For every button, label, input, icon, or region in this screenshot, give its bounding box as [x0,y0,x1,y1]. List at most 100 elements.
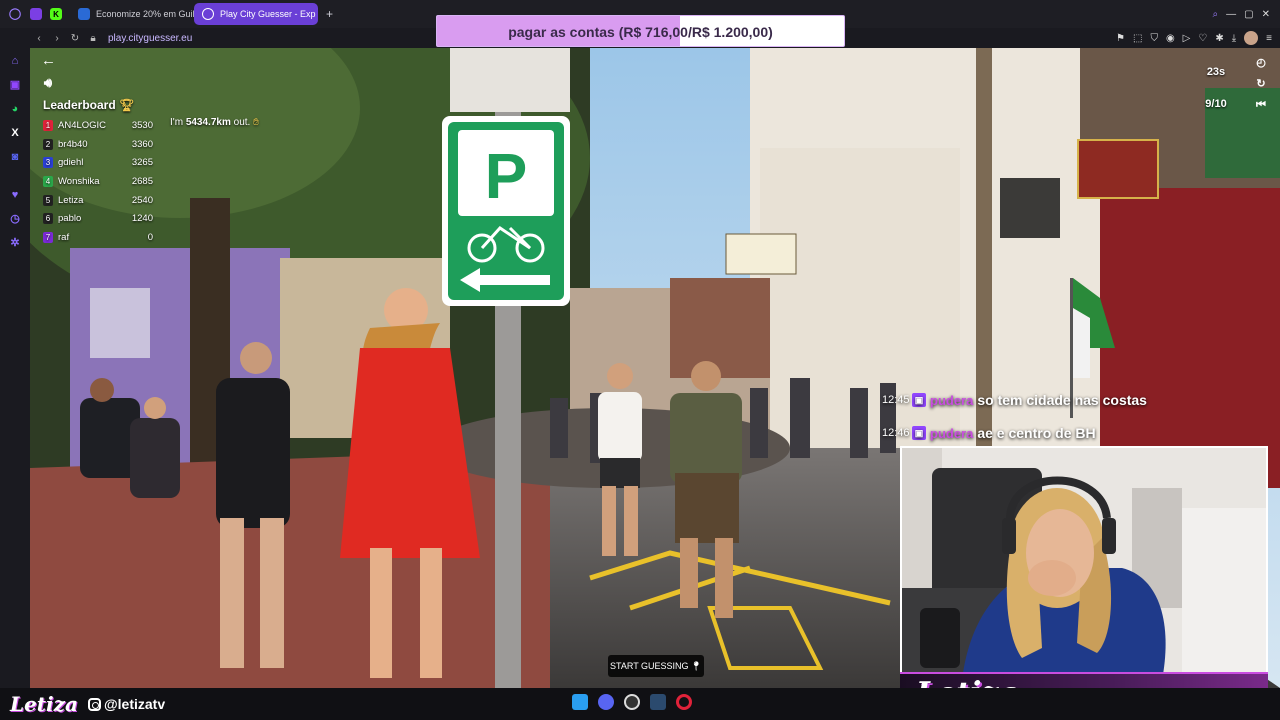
globe-icon [202,8,214,20]
settings-icon[interactable]: ✲ [8,236,22,250]
leaderboard-row: 5 Letiza 2540 [43,191,153,210]
browser-sidebar: ⌂ ▣ ◕ X ◙ ♥ ◷ ✲ [0,48,30,688]
webcam-feed [902,448,1266,680]
new-tab-button[interactable]: + [318,3,341,25]
rank-badge: 1 [43,119,53,131]
maximize-icon[interactable]: ▢ [1244,9,1253,20]
heart-icon[interactable]: ♡ [1198,33,1207,44]
reset-icon[interactable]: ↻ [1254,77,1268,91]
wave-hand-icon: ✋︎ [253,117,259,128]
chat-time: 12:45 [882,394,910,406]
discord-icon[interactable]: ◙ [8,150,22,164]
leaderboard-row: 1 AN4LOGIC 3530 [43,116,153,135]
taskbar [572,694,692,710]
social-handle: @letizatv [88,696,165,712]
stream-bottom-bar: Letiza @letizatv [0,688,1280,720]
goal-text: pagar as contas (R$ 716,00/R$ 1.200,00) [508,24,773,40]
windows-start-icon[interactable] [572,694,588,710]
discord-icon[interactable] [598,694,614,710]
minimize-icon[interactable]: — [1226,9,1236,20]
compass-icon[interactable]: ◴ [1254,56,1268,70]
parking-sign: P [442,116,570,306]
shield-icon[interactable]: ⛉ [1150,33,1158,44]
heart-icon[interactable]: ♥ [8,188,22,202]
distance-prefix: I'm [170,117,184,128]
leaderboard-row: 2 br4b40 3360 [43,135,153,154]
extension-toolbar: ⚑ ⬚ ⛉ ◉ ▷ ♡ ✱ ⤓ ≡ [1116,28,1272,48]
return-to-start-icon[interactable]: ⏮ [1254,98,1268,112]
speaker-icon[interactable]: 🔊︎ [41,76,55,90]
wallet-icon[interactable]: ◉ [1166,33,1175,44]
window-controls: ⌕ — ▢ ✕ [1213,0,1270,28]
player-name: pablo [58,213,82,225]
twitch-badge-icon: ▣ [912,426,926,440]
player-name: raf [58,231,70,243]
rank-badge: 5 [43,194,53,206]
svg-text:P: P [485,140,528,212]
player-score: 1240 [131,213,153,225]
player-name: AN4LOGIC [58,119,107,131]
donation-goal-bar: pagar as contas (R$ 716,00/R$ 1.200,00) [436,15,845,47]
screenshot-icon[interactable]: ⬚ [1133,33,1142,44]
map-pin-icon: 📍︎ [690,660,702,671]
twitch-badge-icon: ▣ [912,393,926,407]
tab-label: Economize 20% em Guilty [96,9,194,19]
steam-icon[interactable] [650,694,666,710]
reload-icon[interactable]: ↻ [66,33,84,44]
player-score: 3265 [131,157,153,169]
start-guessing-label: START GUESSING [610,661,689,671]
obs-icon[interactable] [624,694,640,710]
trophy-icon: 🏆︎ [119,98,135,112]
leaderboard-row: 6 pablo 1240 [43,209,153,228]
whatsapp-icon[interactable]: ◕ [8,102,22,116]
menu-icon[interactable]: ≡ [1266,33,1272,44]
bookmark-icon[interactable]: ⚑ [1116,33,1125,44]
round-counter: 9/10 [1205,98,1227,110]
close-icon[interactable]: ✕ [1262,9,1270,20]
download-icon[interactable]: ⤓ [1232,33,1236,44]
back-arrow-icon[interactable]: ← [41,53,56,68]
avatar[interactable] [1244,31,1259,45]
browser-menu-icon[interactable]: ◯ [0,7,30,21]
forward-icon[interactable]: › [48,33,66,44]
play-icon[interactable]: ▷ [1183,33,1191,44]
history-icon[interactable]: ◷ [8,212,22,226]
instagram-handle: @letizatv [104,696,166,712]
chat-user: pudera [930,425,974,441]
player-score: 2540 [131,194,153,206]
distance-value: 5434.7km [185,117,231,128]
leaderboard-row: 4 Wonshika 2685 [43,172,153,191]
streamer-logo: Letiza [10,692,78,716]
chat-message: 12:45 ▣ pudera so tem cidade nas costas [882,392,1147,408]
leaderboard-row: 7 raf 0 [43,228,153,247]
x-icon[interactable]: X [8,126,22,140]
leaderboard: Leaderboard 🏆︎ 1 AN4LOGIC 3530 2 br4b40 3360 3… [43,98,153,247]
back-icon[interactable]: ‹ [30,33,48,44]
extensions-icon[interactable]: ✱ [1215,33,1223,44]
tab-cityguesser[interactable]: Play City Guesser - Exp [194,3,318,25]
distance-message: I'm 5434.7km out. ✋︎ [170,117,259,128]
tab-economize[interactable]: Economize 20% em Guilty [70,3,194,25]
player-name: br4b40 [58,138,88,150]
start-guessing-button[interactable]: START GUESSING 📍︎ [608,655,704,677]
tag-icon [78,8,90,20]
chat-text: ae e centro de BH [977,425,1096,441]
player-name: Letiza [58,194,84,206]
rank-badge: 3 [43,157,53,169]
chat-message: 12:46 ▣ pudera ae e centro de BH [882,425,1096,441]
distance-suffix: out. [233,117,251,128]
timer: 23s [1206,66,1226,78]
opera-icon[interactable] [676,694,692,710]
twitch-icon[interactable]: ▣ [8,78,22,92]
url-field[interactable]: play.cityguesser.eu [108,33,192,44]
messenger-icon[interactable] [30,8,42,20]
rank-badge: 4 [43,175,53,187]
player-name: gdiehl [58,157,84,169]
instagram-icon [88,697,101,711]
player-name: Wonshika [58,175,100,187]
kick-icon[interactable]: K [50,8,62,20]
home-icon[interactable]: ⌂ [8,54,22,68]
tab-label: Play City Guesser - Exp [220,9,316,19]
search-icon[interactable]: ⌕ [1213,9,1219,20]
leaderboard-title: Leaderboard 🏆︎ [43,98,135,112]
